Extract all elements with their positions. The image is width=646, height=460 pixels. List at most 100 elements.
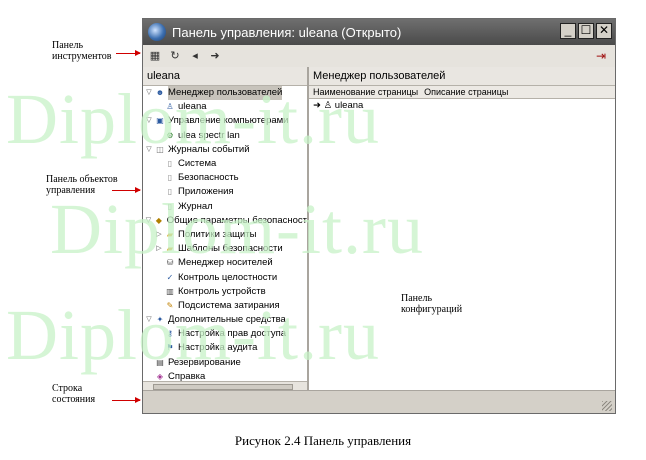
list-item[interactable]: ➜ ♙ uleana xyxy=(309,99,615,113)
column-header[interactable]: Описание страницы xyxy=(424,86,508,98)
tree-item[interactable]: ▽ ☻ Менеджер пользователей xyxy=(143,86,307,101)
page-icon: ▯ xyxy=(167,173,173,183)
callout-line: состояния xyxy=(52,394,96,405)
back-icon[interactable]: ◂ xyxy=(187,48,203,64)
tree-item[interactable]: ▷ ▰ Политики защиты xyxy=(143,228,307,242)
access-icon: ⚷ xyxy=(167,329,173,339)
page-icon: ▯ xyxy=(167,159,173,169)
tree-item[interactable]: ▽ ✦ Дополнительные средства xyxy=(143,313,307,327)
journal-icon: ◫ xyxy=(156,144,164,154)
window-controls: _ ☐ ✕ xyxy=(560,23,612,39)
tree-item[interactable]: ▯ Приложения xyxy=(143,185,307,199)
config-callout: Панель конфигураций xyxy=(401,293,462,315)
tree-item-label: Дополнительные средства xyxy=(168,314,286,326)
expand-toggle-icon[interactable]: ▽ xyxy=(145,214,152,228)
tree-item-label: ulea spectr lan xyxy=(178,129,240,141)
tree-item-label: Менеджер пользователей xyxy=(168,86,283,101)
expand-toggle-icon[interactable]: ▽ xyxy=(145,313,153,327)
folder-icon: ▰ xyxy=(166,229,174,239)
tree-item[interactable]: ⚙ ulea spectr lan xyxy=(143,129,307,143)
expand-toggle-icon[interactable]: ▽ xyxy=(145,114,153,128)
users-icon: ☻ xyxy=(155,88,165,98)
security-icon: ◆ xyxy=(155,215,162,225)
tree-item[interactable]: ♙ uleana xyxy=(143,100,307,114)
tree-item-label: Шаблоны безопасности xyxy=(178,243,283,255)
integrity-icon: ✓ xyxy=(166,272,174,282)
tools-icon: ✦ xyxy=(156,315,164,325)
tree-item[interactable]: ▥ Контроль устройств xyxy=(143,285,307,299)
refresh-icon[interactable]: ↻ xyxy=(167,48,183,64)
tree-item-label: Резервирование xyxy=(168,356,241,368)
computers-icon: ▣ xyxy=(156,116,164,126)
callout-line: управления xyxy=(46,185,96,196)
tree-item-label: Общие параметры безопасност xyxy=(166,214,307,226)
erase-icon: ✎ xyxy=(166,300,174,310)
tree-item[interactable]: ▯ Журнал xyxy=(143,200,307,214)
tree-item-label: Настройка аудита xyxy=(178,342,258,354)
forward-icon[interactable]: ➜ xyxy=(207,48,223,64)
callout-line: Панель объектов xyxy=(46,174,118,185)
tree-item[interactable]: ⛁ Менеджер носителей xyxy=(143,256,307,270)
title-bar[interactable]: Панель управления: uleana (Открыто) _ ☐ … xyxy=(143,19,615,45)
network-icon: ⚙ xyxy=(166,130,174,140)
tree-item[interactable]: ▽ ◆ Общие параметры безопасност xyxy=(143,214,307,228)
toolbar: ▦ ↻ ◂ ➜ ⇥ xyxy=(143,45,615,68)
backup-icon: ▤ xyxy=(156,357,164,367)
tree-item-label: Настройка прав доступа xyxy=(178,328,287,340)
tree-item-label: uleana xyxy=(178,101,207,113)
expand-toggle-icon[interactable]: ▽ xyxy=(145,143,153,157)
tree-item-label: Безопасность xyxy=(178,172,239,184)
tree-item-label: Подсистема затирания xyxy=(178,299,280,311)
tree-item-label: Контроль устройств xyxy=(178,285,266,297)
app-icon xyxy=(148,23,166,41)
tree-item[interactable]: ▤ Резервирование xyxy=(143,356,307,370)
tree-item[interactable]: ▷ ▰ Шаблоны безопасности xyxy=(143,242,307,256)
tree-item[interactable]: ▯ Система xyxy=(143,157,307,171)
expand-toggle-icon[interactable]: ▽ xyxy=(145,86,153,100)
callout-line: инструментов xyxy=(52,51,112,62)
callout-arrow xyxy=(112,397,141,403)
window-title: Панель управления: uleana (Открыто) xyxy=(172,24,402,40)
page-icon: ▯ xyxy=(167,187,173,197)
column-headers: Наименование страницы Описание страницы xyxy=(309,86,615,99)
tree-item[interactable]: ▽ ◫ Журналы событий xyxy=(143,143,307,157)
config-pane: Менеджер пользователей Наименование стра… xyxy=(309,67,615,393)
callout-arrow xyxy=(112,187,141,193)
tree-item[interactable]: ✓ Контроль целостности xyxy=(143,270,307,284)
objects-pane: uleana ▽ ☻ Менеджер пользователей ♙ uleana ▽ ▣… xyxy=(143,67,309,393)
tree-item-label: Журналы событий xyxy=(168,143,250,155)
audit-icon: ⚑ xyxy=(166,343,174,353)
callout-line: Строка xyxy=(52,383,83,394)
user-icon: ♙ xyxy=(323,100,333,111)
expand-toggle-icon[interactable]: ▷ xyxy=(155,228,163,242)
folder-icon: ▰ xyxy=(166,244,174,254)
device-icon: ▥ xyxy=(166,286,174,296)
media-icon: ⛁ xyxy=(166,258,174,268)
close-button[interactable]: ✕ xyxy=(596,23,612,39)
objects-callout: Панель объектов управления xyxy=(46,174,118,196)
status-callout: Строка состояния xyxy=(52,383,95,405)
control-panel-window: Панель управления: uleana (Открыто) _ ☐ … xyxy=(142,18,616,414)
objects-pane-header: uleana xyxy=(143,67,307,86)
tree-item-label: Политики защиты xyxy=(178,228,257,240)
figure-caption: Рисунок 2.4 Панель управления xyxy=(234,433,412,448)
column-header[interactable]: Наименование страницы xyxy=(313,86,418,98)
tree-item-label: Менеджер носителей xyxy=(178,257,273,269)
tree-item[interactable]: ⚷ Настройка прав доступа xyxy=(143,327,307,341)
toolbar-callout: Панель инструментов xyxy=(52,40,111,62)
user-icon: ♙ xyxy=(166,102,174,112)
tree-item[interactable]: ▯ Безопасность xyxy=(143,171,307,185)
resize-grip-icon[interactable] xyxy=(602,401,612,411)
exit-icon[interactable]: ⇥ xyxy=(593,48,609,64)
maximize-button[interactable]: ☐ xyxy=(578,23,594,39)
tree-item[interactable]: ⚑ Настройка аудита xyxy=(143,341,307,355)
callout-line: Панель xyxy=(52,40,84,51)
expand-toggle-icon[interactable]: ▷ xyxy=(155,242,163,256)
tree-item-label: Контроль целостности xyxy=(178,271,278,283)
callout-line: Панель xyxy=(401,293,433,304)
grid-icon[interactable]: ▦ xyxy=(147,48,163,64)
tree-item-label: Журнал xyxy=(178,200,213,212)
tree-item[interactable]: ▽ ▣ Управление компьютерами xyxy=(143,114,307,128)
tree-item[interactable]: ✎ Подсистема затирания xyxy=(143,299,307,313)
minimize-button[interactable]: _ xyxy=(560,23,576,39)
